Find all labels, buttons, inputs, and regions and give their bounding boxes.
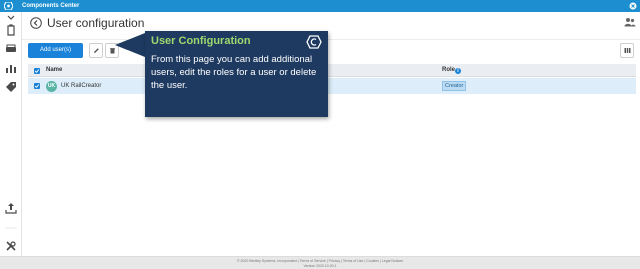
drive-icon[interactable] (5, 43, 17, 55)
tooltip-callout: User Configuration From this page you ca… (145, 31, 328, 117)
left-navigation (0, 12, 22, 256)
role-badge[interactable]: Creator (442, 81, 467, 91)
page-title: User configuration (47, 16, 145, 30)
edit-button[interactable] (89, 43, 103, 58)
app-logo-icon (4, 2, 13, 10)
table-header: Name Role i (28, 64, 636, 77)
tools-icon[interactable] (5, 240, 17, 252)
role-info-icon[interactable]: i (455, 67, 461, 74)
columns-icon (624, 48, 631, 53)
column-header-name[interactable]: Name (46, 64, 62, 77)
tag-icon[interactable] (5, 81, 17, 93)
back-arrow-icon[interactable] (30, 17, 42, 29)
reports-icon[interactable] (5, 62, 17, 74)
components-icon[interactable] (5, 24, 17, 36)
edit-icon (94, 48, 99, 53)
collapse-icon[interactable] (5, 15, 17, 21)
app-titlebar: Components Center (0, 0, 640, 12)
columns-button[interactable] (620, 43, 634, 58)
footer-legal-links: © 2020 Bentley Systems, Incorporated | T… (236, 259, 404, 263)
user-name: UK RailCreator (61, 83, 102, 89)
tooltip-pointer (115, 33, 145, 57)
table-row[interactable]: UK UK RailCreator Creator (28, 78, 636, 94)
add-users-button[interactable]: Add user(s) (28, 43, 83, 58)
upload-icon[interactable] (5, 202, 17, 214)
tooltip-body: From this page you can add additional us… (151, 54, 317, 91)
close-icon[interactable] (629, 2, 637, 10)
users-icon[interactable] (624, 17, 636, 27)
avatar: UK (46, 81, 57, 92)
divider (5, 227, 17, 229)
select-all-checkbox[interactable] (34, 67, 40, 74)
column-header-role[interactable]: Role (442, 64, 455, 77)
tooltip-title: User Configuration (151, 35, 251, 47)
footer-version: Version 2020.10.00.1 (303, 264, 337, 268)
app-title: Components Center (22, 3, 80, 9)
app-logo-icon (306, 35, 322, 49)
row-checkbox[interactable] (34, 83, 40, 89)
footer: © 2020 Bentley Systems, Incorporated | T… (0, 256, 640, 269)
